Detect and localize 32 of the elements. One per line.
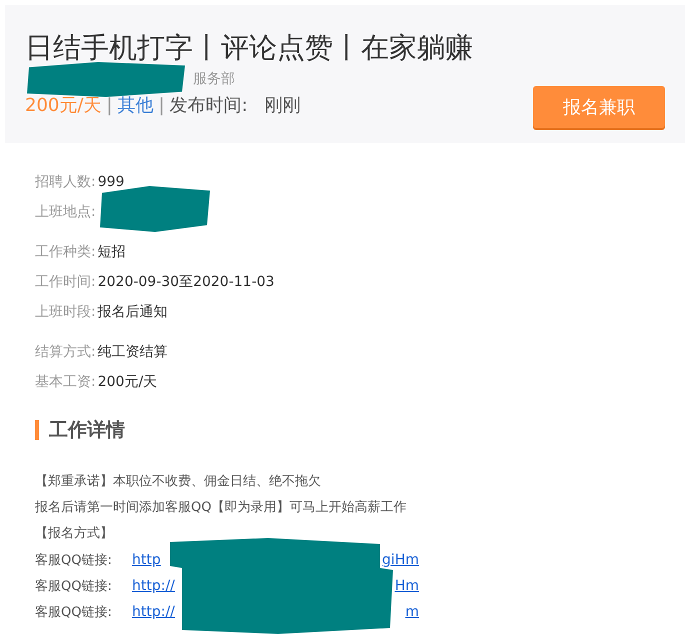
qq-link[interactable]: http:// m bbox=[132, 604, 419, 620]
link-label: 客服QQ链接: bbox=[35, 604, 113, 621]
field-label: 工作时间: bbox=[35, 273, 96, 291]
field-label: 上班地点: bbox=[35, 203, 96, 221]
section-title: 工作详情 bbox=[49, 418, 125, 443]
field-value: 999 bbox=[98, 174, 124, 190]
company-name: 服务部 bbox=[193, 70, 235, 88]
field-label: 上班时段: bbox=[35, 303, 96, 321]
posted-label: 发布时间: bbox=[170, 94, 248, 117]
description-line: 报名后请第一时间添加客服QQ【即为录用】可马上开始高薪工作 bbox=[35, 499, 408, 517]
field-label: 结算方式: bbox=[35, 343, 96, 361]
field-label: 基本工资: bbox=[35, 373, 96, 391]
posted-time: 刚刚 bbox=[264, 94, 301, 117]
field-value: 200元/天 bbox=[98, 373, 158, 391]
link-label: 客服QQ链接: bbox=[35, 578, 113, 595]
separator: | bbox=[106, 94, 112, 116]
field-label: 工作种类: bbox=[35, 243, 96, 261]
field-value: 2020-09-30至2020-11-03 bbox=[98, 273, 274, 291]
separator: | bbox=[158, 94, 165, 116]
field-value: 短招 bbox=[98, 243, 126, 261]
salary: 200元/天 bbox=[25, 94, 102, 117]
description-line: 【郑重承诺】本职位不收费、佣金日结、绝不拖欠 bbox=[35, 473, 322, 491]
qq-link[interactable]: http giHm bbox=[132, 552, 419, 568]
qq-link[interactable]: http:// Hm bbox=[132, 578, 419, 594]
field-value: 纯工资结算 bbox=[98, 343, 168, 361]
field-label: 招聘人数: bbox=[35, 173, 96, 191]
job-title: 日结手机打字丨评论点赞丨在家躺赚 bbox=[25, 30, 474, 66]
description-line: 【报名方式】 bbox=[35, 525, 114, 543]
accent-bar bbox=[35, 420, 39, 440]
link-label: 客服QQ链接: bbox=[35, 552, 113, 569]
field-value: 报名后通知 bbox=[98, 303, 168, 321]
job-category: 其他 bbox=[118, 94, 154, 117]
